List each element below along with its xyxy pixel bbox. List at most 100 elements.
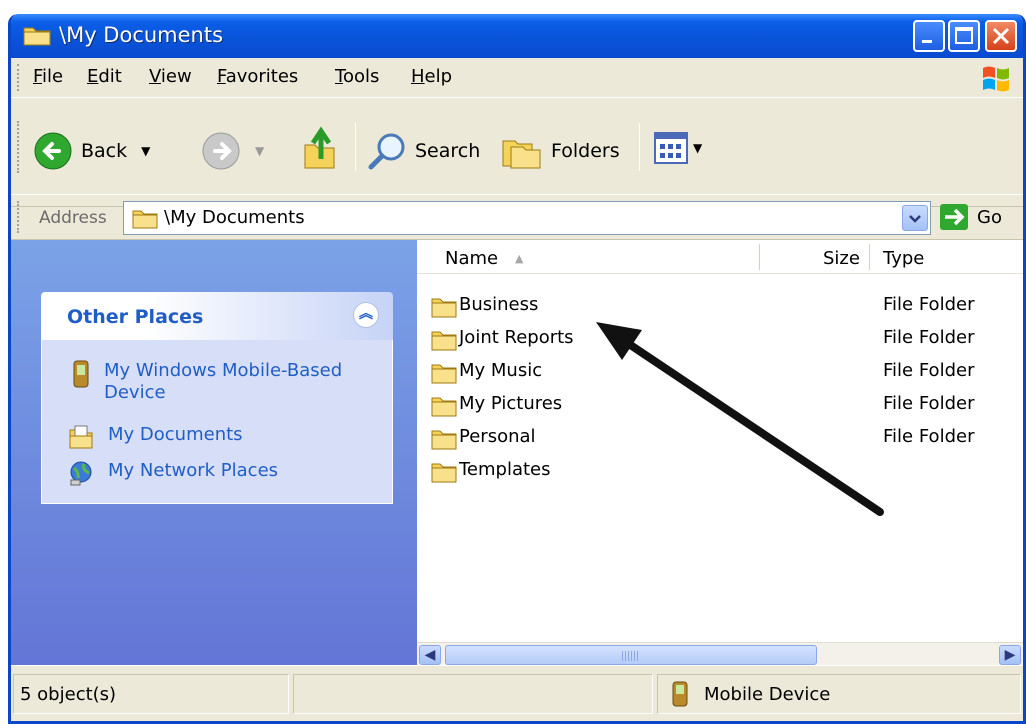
folder-icon	[23, 24, 51, 50]
menu-favorites[interactable]: Favorites	[217, 66, 298, 87]
place-network-places[interactable]: My Network Places	[68, 460, 368, 486]
scroll-right-button[interactable]: ▶	[999, 645, 1021, 665]
folders-button[interactable]: Folders	[501, 131, 620, 171]
column-size[interactable]: Size	[823, 248, 860, 269]
address-input[interactable]: \My Documents	[123, 201, 931, 235]
mobile-device-icon	[73, 360, 89, 388]
close-button[interactable]	[985, 20, 1017, 52]
folders-icon	[502, 140, 541, 169]
status-cell-count: 5 object(s)	[13, 674, 289, 714]
search-label: Search	[415, 140, 481, 162]
place-my-documents[interactable]: My Documents	[68, 424, 368, 450]
mobile-device-icon	[672, 681, 688, 711]
back-arrow-icon	[34, 132, 72, 170]
status-bar: 5 object(s) Mobile Device	[11, 665, 1023, 721]
column-type[interactable]: Type	[883, 248, 924, 269]
folder-icon	[431, 428, 457, 454]
folder-icon	[431, 395, 457, 421]
up-folder-button[interactable]	[301, 125, 341, 171]
menu-view[interactable]: View	[149, 66, 192, 87]
views-icon	[654, 132, 688, 164]
menu-tools[interactable]: Tools	[335, 66, 379, 87]
search-icon	[368, 133, 405, 170]
folder-name: Joint Reports	[459, 327, 574, 348]
views-button[interactable]: ▼	[653, 131, 702, 165]
maximize-button[interactable]	[948, 20, 980, 52]
other-places-panel: Other Places ︽ My Windows Mobile-Based D…	[41, 292, 393, 504]
toolbar-separator	[355, 123, 356, 171]
folder-name: Templates	[459, 459, 551, 480]
folder-type: File Folder	[883, 360, 975, 381]
folder-name: Business	[459, 294, 539, 315]
minimize-button[interactable]	[913, 20, 945, 52]
place-label: My Network Places	[108, 460, 279, 481]
back-label: Back	[81, 140, 128, 162]
address-bar: Address \My Documents Go	[11, 194, 1023, 240]
folder-row[interactable]: Business File Folder	[431, 292, 1021, 322]
object-count: 5 object(s)	[20, 684, 117, 705]
folder-row[interactable]: My Pictures File Folder	[431, 391, 1021, 421]
views-dropdown-icon[interactable]: ▼	[693, 141, 702, 155]
column-name[interactable]: Name	[445, 248, 498, 269]
folder-type: File Folder	[883, 393, 975, 414]
horizontal-scrollbar[interactable]: ◀ ▶	[417, 642, 1023, 666]
go-label: Go	[977, 206, 1002, 228]
folder-row[interactable]: Joint Reports File Folder	[431, 325, 1021, 355]
folder-icon	[132, 207, 158, 233]
go-button[interactable]: Go	[939, 203, 1002, 231]
address-grip[interactable]	[17, 201, 20, 233]
place-label: My Documents	[108, 424, 243, 445]
folder-type: File Folder	[883, 327, 975, 348]
folder-row[interactable]: Personal File Folder	[431, 424, 1021, 454]
status-cell-middle	[293, 674, 653, 714]
windows-logo-icon	[979, 62, 1013, 98]
menu-edit[interactable]: Edit	[87, 66, 122, 87]
scroll-thumb[interactable]	[445, 645, 817, 665]
network-places-icon	[70, 461, 92, 486]
forward-button[interactable]: ▼	[201, 131, 264, 171]
other-places-title: Other Places	[67, 306, 204, 328]
address-label: Address	[39, 208, 107, 228]
menu-file[interactable]: File	[33, 66, 63, 87]
menu-bar: File Edit View Favorites Tools Help	[11, 58, 1023, 98]
back-button[interactable]: Back ▼	[33, 131, 150, 171]
forward-arrow-icon	[202, 132, 240, 170]
menu-grip[interactable]	[17, 64, 20, 91]
thumb-grip	[622, 651, 638, 661]
folder-name: My Pictures	[459, 393, 563, 414]
status-location: Mobile Device	[704, 684, 831, 705]
column-header: Name ▲ Size Type	[417, 240, 1023, 274]
folder-row[interactable]: Templates	[431, 457, 1021, 487]
folder-icon	[431, 296, 457, 322]
address-dropdown-button[interactable]	[902, 205, 928, 231]
column-separator[interactable]	[869, 244, 870, 270]
place-label: My Windows Mobile-Based Device	[104, 360, 343, 403]
folder-name: Personal	[459, 426, 536, 447]
sort-ascending-icon: ▲	[515, 252, 524, 265]
go-arrow-icon	[940, 204, 968, 230]
toolbar-grip[interactable]	[17, 121, 20, 173]
status-cell-location: Mobile Device	[657, 674, 1021, 714]
scroll-left-button[interactable]: ◀	[419, 645, 441, 665]
folder-icon	[431, 362, 457, 388]
back-dropdown-icon[interactable]: ▼	[141, 144, 150, 158]
folder-name: My Music	[459, 360, 543, 381]
folder-icon	[431, 329, 457, 355]
other-places-body: My Windows Mobile-Based Device My Docume…	[41, 340, 393, 504]
menu-help[interactable]: Help	[411, 66, 452, 87]
file-list: Name ▲ Size Type Business File Folder Jo…	[417, 240, 1023, 666]
up-folder-icon	[304, 126, 335, 169]
toolbar-separator	[639, 123, 640, 171]
other-places-header[interactable]: Other Places ︽	[41, 292, 393, 340]
title-bar[interactable]: \My Documents	[11, 14, 1023, 58]
search-button[interactable]: Search	[367, 131, 480, 171]
folder-type: File Folder	[883, 426, 975, 447]
collapse-icon[interactable]: ︽	[353, 302, 379, 328]
forward-dropdown-icon[interactable]: ▼	[255, 144, 264, 158]
folder-row[interactable]: My Music File Folder	[431, 358, 1021, 388]
column-separator[interactable]	[759, 244, 760, 270]
address-value: \My Documents	[164, 207, 305, 228]
folder-type: File Folder	[883, 294, 975, 315]
explorer-window: \My Documents File Edit View Favorites T…	[8, 14, 1026, 724]
place-mobile-device[interactable]: My Windows Mobile-Based Device	[72, 360, 364, 404]
